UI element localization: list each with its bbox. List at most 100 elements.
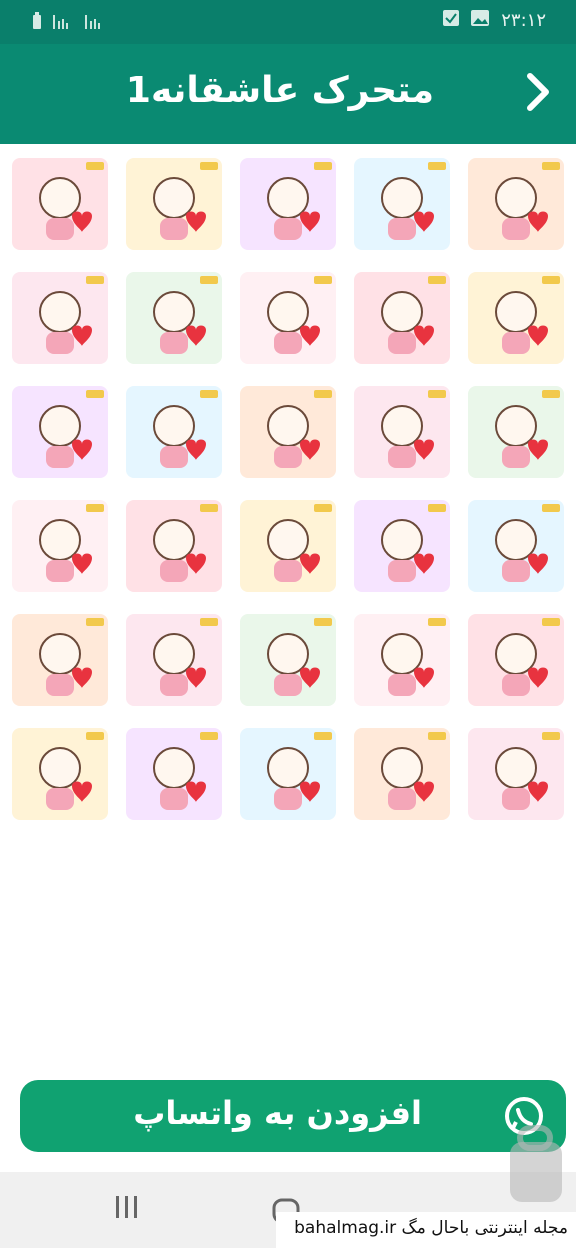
sticker-badge-icon (542, 390, 560, 398)
sticker-badge-icon (428, 276, 446, 284)
sticker-bears-love[interactable] (12, 728, 108, 820)
sticker-art (153, 747, 206, 810)
sticker-hamster-heart[interactable] (126, 272, 222, 364)
sticker-badge-icon (86, 504, 104, 512)
sticker-badge-icon (428, 732, 446, 740)
sticker-art (381, 177, 434, 240)
page-title: متحرک عاشقانه1 (125, 70, 434, 111)
sticker-heart-frame-girl[interactable] (12, 386, 108, 478)
sticker-bears-kiss[interactable] (354, 386, 450, 478)
sticker-badge-icon (314, 390, 332, 398)
sticker-badge-icon (428, 390, 446, 398)
signal-icon (84, 13, 106, 33)
sticker-art (495, 633, 548, 696)
sticker-badge-icon (86, 390, 104, 398)
sticker-art (153, 633, 206, 696)
sticker-girl-pink-heart[interactable] (354, 158, 450, 250)
add-to-whatsapp-button[interactable]: افزودن به واتساپ (20, 1080, 566, 1152)
sticker-girl-bow[interactable] (12, 158, 108, 250)
sticker-art (39, 177, 92, 240)
sticker-badge-icon (200, 276, 218, 284)
sticker-blonde-girl[interactable] (468, 728, 564, 820)
sticker-girl-heart-hands-2[interactable] (240, 728, 336, 820)
sticker-girl-heart[interactable] (468, 272, 564, 364)
sticker-art (153, 519, 206, 582)
sticker-girl-heart-balloon[interactable] (240, 158, 336, 250)
sticker-badge-icon (542, 732, 560, 740)
sticker-bunny-grey[interactable] (240, 386, 336, 478)
image-icon (471, 10, 490, 31)
sticker-boy-heart-frame[interactable] (12, 272, 108, 364)
sticker-small-heart[interactable] (468, 158, 564, 250)
sticker-art (267, 177, 320, 240)
sticker-badge-icon (542, 504, 560, 512)
sticker-art (39, 519, 92, 582)
sticker-love-girl[interactable] (126, 158, 222, 250)
status-left-icons (32, 12, 106, 34)
sticker-badge-icon (428, 162, 446, 170)
sticker-badge-icon (314, 504, 332, 512)
sticker-girl-hearts[interactable] (354, 614, 450, 706)
sticker-badge-icon (200, 504, 218, 512)
sticker-badge-icon (200, 390, 218, 398)
sticker-bear-bunny[interactable] (126, 728, 222, 820)
sticker-art (39, 405, 92, 468)
sticker-art (153, 291, 206, 354)
sticker-thank-you-girl[interactable] (354, 272, 450, 364)
sticker-badge-icon (86, 162, 104, 170)
watermark-text: مجله اینترنتی باحال مگ bahalmag.ir (276, 1212, 576, 1248)
sticker-badge-icon (314, 276, 332, 284)
sticker-bunny-hearts-bg[interactable] (240, 614, 336, 706)
sticker-cats-hearts[interactable] (468, 386, 564, 478)
sticker-art (495, 291, 548, 354)
sticker-art (39, 633, 92, 696)
sticker-badge-icon (200, 732, 218, 740)
sticker-badge-icon (86, 618, 104, 626)
sticker-penguin-hearts[interactable] (12, 500, 108, 592)
sticker-art (39, 747, 92, 810)
sticker-art (381, 291, 434, 354)
sticker-art (495, 405, 548, 468)
app-bar: متحرک عاشقانه1 (0, 44, 576, 144)
sticker-art (495, 177, 548, 240)
sticker-art (39, 291, 92, 354)
sticker-badge-icon (542, 276, 560, 284)
status-time: ۲۳:۱۲ (501, 10, 546, 31)
sticker-art (267, 633, 320, 696)
sticker-badge-icon (428, 504, 446, 512)
sticker-art (153, 177, 206, 240)
sticker-badge-icon (542, 162, 560, 170)
sticker-badge-icon (314, 162, 332, 170)
sticker-couple-hug[interactable] (240, 500, 336, 592)
sticker-chipmunk-heart[interactable] (468, 614, 564, 706)
sticker-girl-heart-hair[interactable] (12, 614, 108, 706)
sticker-badge-icon (428, 618, 446, 626)
add-to-whatsapp-label: افزودن به واتساپ (133, 1094, 422, 1132)
sticker-art (267, 747, 320, 810)
sticker-art (267, 291, 320, 354)
recent-apps-icon[interactable] (112, 1194, 142, 1222)
sticker-art (153, 405, 206, 468)
bazaar-logo-icon (496, 1120, 576, 1216)
check-icon (443, 10, 460, 31)
sticker-art (381, 633, 434, 696)
back-button[interactable] (518, 70, 558, 118)
sticker-badge-icon (314, 618, 332, 626)
sticker-bunny-heart[interactable] (126, 386, 222, 478)
sticker-couple-kiss[interactable] (468, 500, 564, 592)
sticker-girl-big-heart[interactable] (240, 272, 336, 364)
signal-icon (52, 13, 74, 33)
status-bar: ۲۳:۱۲ (0, 0, 576, 44)
sticker-bunny-big-heart[interactable] (354, 728, 450, 820)
chevron-right-icon (524, 72, 552, 116)
sticker-pink-hair-girl[interactable] (354, 500, 450, 592)
sticker-girl-heart-hands[interactable] (126, 614, 222, 706)
battery-icon (32, 12, 42, 34)
sticker-bears-cuddle[interactable] (126, 500, 222, 592)
sticker-art (381, 405, 434, 468)
sticker-badge-icon (542, 618, 560, 626)
status-right: ۲۳:۱۲ (443, 10, 546, 31)
sticker-art (381, 519, 434, 582)
sticker-badge-icon (200, 162, 218, 170)
sticker-art (381, 747, 434, 810)
